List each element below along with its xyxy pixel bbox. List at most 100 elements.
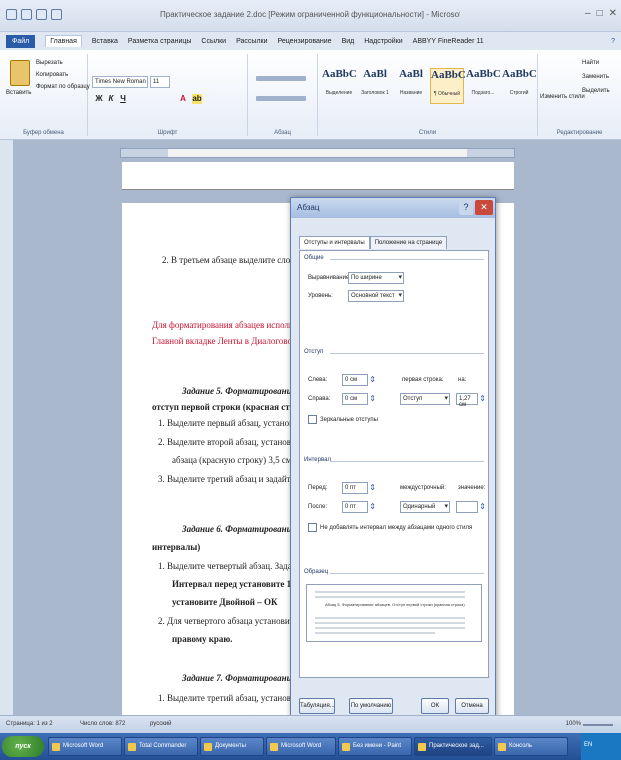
maximize-button[interactable]: □ — [597, 8, 603, 19]
quick-access-toolbar — [6, 9, 62, 20]
zoom-level[interactable]: 100% — [566, 721, 581, 727]
highlight-icon[interactable]: ab — [192, 94, 202, 104]
taskbar-item[interactable]: Практическое зад... — [414, 737, 492, 756]
section-divider — [330, 573, 484, 574]
style-title[interactable]: AaBl Название — [394, 68, 428, 104]
outline-level-select[interactable]: Основной текст — [348, 290, 404, 302]
section-indent: Отступ — [304, 349, 324, 355]
doc-line: 2. Выделите второй абзац, установит — [158, 437, 300, 447]
doc-line: интервалы) — [152, 542, 201, 552]
horizontal-ruler[interactable] — [120, 148, 515, 158]
style-heading1[interactable]: AaBl Заголовок 1 — [358, 68, 392, 104]
dont-add-space-checkbox[interactable]: Не добавлять интервал между абзацами одн… — [308, 523, 472, 532]
tab-references[interactable]: Ссылки — [201, 38, 226, 45]
line-spacing-select[interactable]: Одинарный — [400, 501, 450, 513]
style-name: Подзаго... — [471, 90, 495, 96]
taskbar-item[interactable]: Total Commander — [124, 737, 198, 756]
style-sample: AaBbC — [502, 68, 537, 80]
doc-line: 2. Для четвертого абзаца установит — [158, 616, 294, 626]
page-count[interactable]: Страница: 1 из 2 — [6, 721, 53, 727]
cut-button[interactable]: Вырезать — [36, 60, 63, 66]
change-styles-button[interactable]: Изменить стили — [540, 94, 585, 100]
style-emphasis[interactable]: AaBbC Выделение — [322, 68, 357, 104]
style-strong[interactable]: AaBbC Строгий — [502, 68, 537, 104]
tab-indents-spacing[interactable]: Отступы и интервалы — [299, 236, 370, 249]
dialog-help-button[interactable]: ? — [459, 200, 473, 215]
spacing-before-input[interactable]: 0 пт — [342, 482, 376, 494]
style-name: ¶ Обычный — [433, 91, 461, 97]
style-subtitle[interactable]: AaBbC Подзаго... — [466, 68, 501, 104]
help-icon[interactable]: ? — [611, 38, 615, 45]
doc-line: 3. Выделите третий абзац и задайте от — [158, 474, 306, 484]
font-size-combo[interactable]: 11 — [150, 76, 170, 88]
section-general: Общие — [304, 255, 324, 261]
bold-button[interactable]: Ж — [94, 94, 104, 104]
tab-layout[interactable]: Разметка страницы — [128, 38, 192, 45]
system-tray[interactable]: EN — [581, 733, 621, 760]
indent-left-input[interactable]: 0 см — [342, 374, 376, 386]
spacing-after-input[interactable]: 0 пт — [342, 501, 376, 513]
set-default-button[interactable]: По умолчанию — [349, 698, 393, 714]
tab-home[interactable]: Главная — [45, 35, 82, 47]
tabs-button[interactable]: Табуляция... — [299, 698, 335, 714]
save-icon[interactable] — [21, 9, 32, 20]
cancel-button[interactable]: Отмена — [455, 698, 489, 714]
tab-review[interactable]: Рецензирование — [278, 38, 332, 45]
first-line-select[interactable]: Отступ — [400, 393, 450, 405]
tab-view[interactable]: Вид — [342, 38, 355, 45]
redo-icon[interactable] — [51, 9, 62, 20]
italic-button[interactable]: К — [106, 94, 116, 104]
doc-line: отступ первой строки (красная строка) — [152, 402, 312, 412]
preview-line — [315, 622, 465, 624]
word-icon[interactable] — [6, 9, 17, 20]
paste-label[interactable]: Вставить — [6, 90, 31, 96]
indent-right-input[interactable]: 0 см — [342, 393, 376, 405]
list-buttons[interactable] — [256, 76, 306, 81]
spacing-at-input[interactable] — [456, 501, 486, 513]
paste-icon[interactable] — [10, 60, 30, 86]
tab-mailings[interactable]: Рассылки — [236, 38, 267, 45]
style-name: Название — [399, 90, 423, 96]
undo-icon[interactable] — [36, 9, 47, 20]
taskbar: пуск Microsoft Word Total Commander Доку… — [0, 733, 621, 760]
align-buttons[interactable] — [256, 96, 306, 101]
ok-button[interactable]: ОК — [421, 698, 449, 714]
group-label-styles: Стили — [418, 130, 437, 136]
alignment-select[interactable]: По ширине — [348, 272, 404, 284]
select-button[interactable]: Выделить — [582, 88, 610, 94]
word-count[interactable]: Число слов: 872 — [80, 721, 125, 727]
font-name-combo[interactable]: Times New Roman — [92, 76, 148, 88]
replace-button[interactable]: Заменить — [582, 74, 609, 80]
underline-button[interactable]: Ч — [118, 94, 128, 104]
style-sample: AaBbC — [431, 69, 466, 81]
taskbar-item[interactable]: Без имени - Paint — [338, 737, 412, 756]
tab-insert[interactable]: Вставка — [92, 38, 118, 45]
format-painter-button[interactable]: Формат по образцу — [36, 84, 90, 90]
font-color-icon[interactable]: A — [178, 94, 188, 104]
find-button[interactable]: Найти — [582, 60, 599, 66]
taskbar-item[interactable]: Консоль — [494, 737, 568, 756]
minimize-button[interactable]: – — [585, 8, 591, 19]
mirror-indents-checkbox[interactable]: Зеркальные отступы — [308, 415, 378, 424]
tab-line-page-breaks[interactable]: Положение на странице — [369, 236, 448, 249]
spacing-before-label: Перед: — [308, 485, 328, 491]
taskbar-item[interactable]: Microsoft Word — [48, 737, 122, 756]
zoom-slider[interactable] — [583, 724, 613, 726]
copy-button[interactable]: Копировать — [36, 72, 68, 78]
taskbar-item[interactable]: Microsoft Word — [266, 737, 336, 756]
dialog-close-button[interactable]: ✕ — [475, 200, 493, 215]
style-normal[interactable]: AaBbC ¶ Обычный — [430, 68, 466, 104]
page-previous — [122, 162, 514, 190]
window-title: Практическое задание 2.doc [Режим ограни… — [160, 10, 460, 19]
taskbar-item[interactable]: Документы — [200, 737, 264, 756]
start-button[interactable]: пуск — [2, 736, 44, 757]
indent-by-input[interactable]: 1,27 см — [456, 393, 486, 408]
first-line-label: первая строка: — [402, 377, 444, 383]
close-button[interactable]: ✕ — [609, 8, 617, 19]
tab-addins[interactable]: Надстройки — [364, 38, 402, 45]
group-font: Times New Roman 11 Ж К Ч A ab Шрифт — [88, 54, 248, 136]
language-indicator[interactable]: русский — [150, 721, 172, 727]
tab-file[interactable]: Файл — [6, 34, 36, 48]
tab-abbyy[interactable]: ABBYY FineReader 11 — [413, 38, 484, 45]
indent-left-label: Слева: — [308, 377, 328, 383]
